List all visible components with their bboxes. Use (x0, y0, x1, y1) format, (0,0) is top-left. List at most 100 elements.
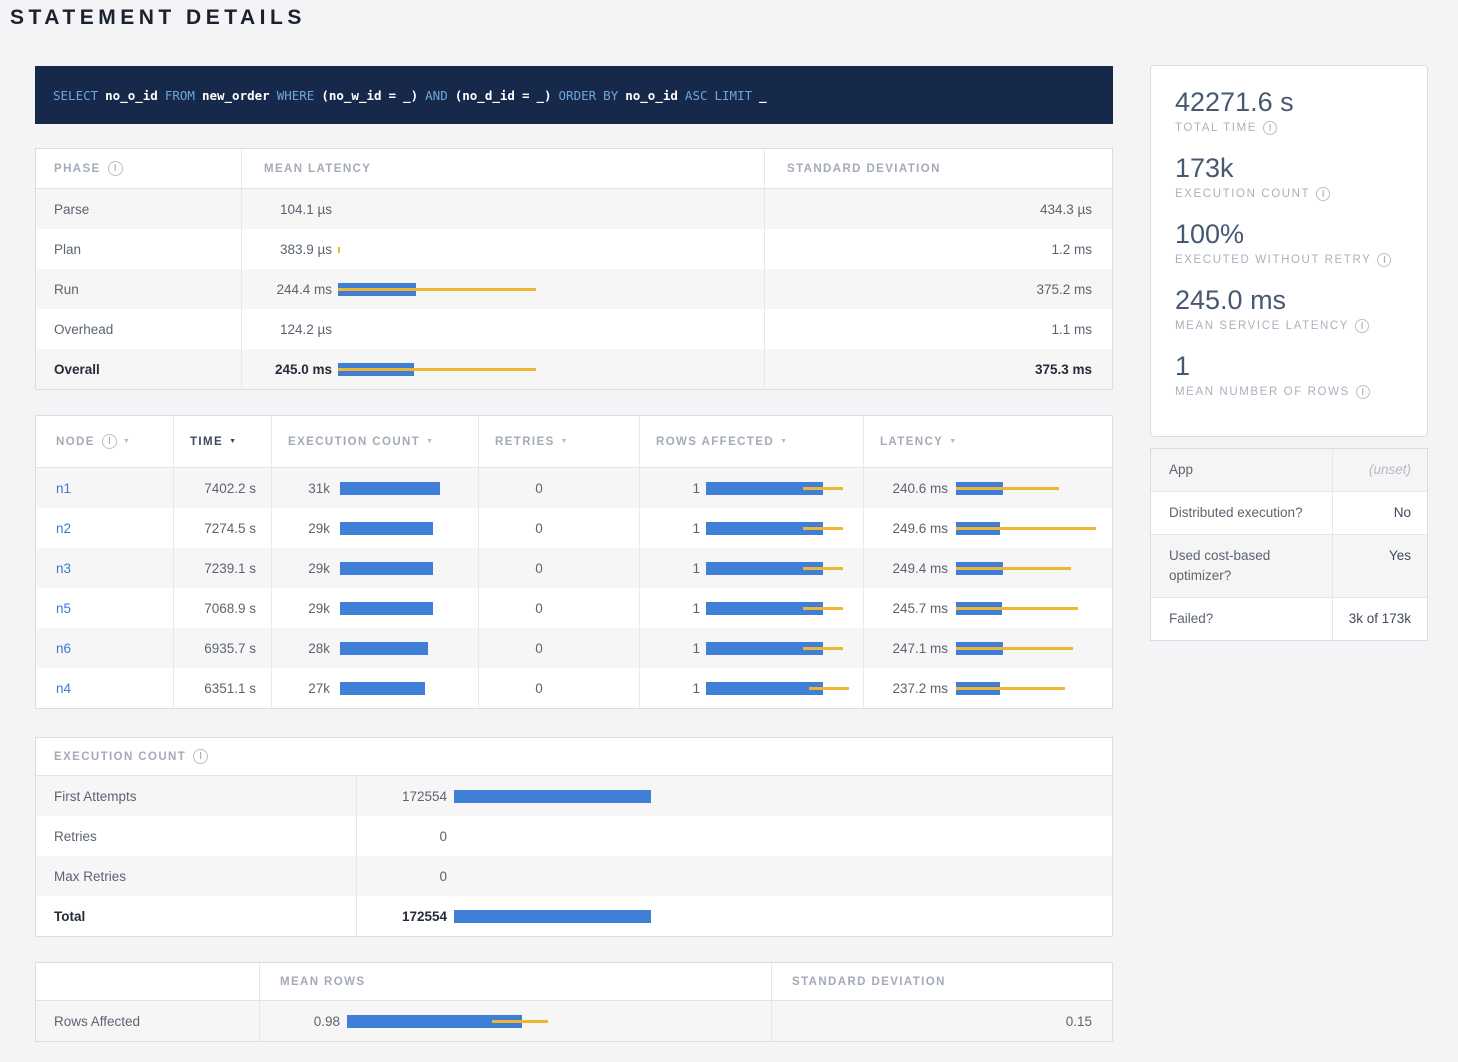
rows-affected-bar (706, 681, 863, 696)
phase-table-header: PHASE i MEAN LATENCY STANDARD DEVIATION (36, 149, 1112, 189)
detail-label: Distributed execution? (1151, 492, 1333, 534)
sort-arrow-icon: ▼ (123, 438, 131, 445)
execution-row-label: First Attempts (36, 776, 356, 816)
execution-count-bar (340, 641, 478, 656)
mean-latency-bar (338, 322, 764, 337)
table-row: n17402.2 s31k01240.6 ms (36, 468, 1112, 508)
sql-identifier: = (389, 88, 397, 103)
retries-value: 0 (478, 508, 639, 548)
info-icon[interactable]: i (1263, 121, 1277, 135)
stat-label: EXECUTION COUNT i (1175, 187, 1427, 201)
latency-bar (956, 521, 1112, 536)
stat-value: 42271.6 s (1175, 86, 1427, 119)
std-dev-value: 1.1 ms (764, 309, 1112, 349)
table-row: Total172554 (36, 896, 1112, 936)
sql-keyword: AND (425, 88, 448, 103)
detail-row: Failed?3k of 173k (1151, 598, 1427, 640)
node-link[interactable]: n3 (56, 561, 71, 576)
latency-bar (956, 561, 1112, 576)
info-icon[interactable]: i (1356, 385, 1370, 399)
execution-table-header: EXECUTION COUNT i (36, 738, 1112, 776)
sql-identifier: new_order (202, 88, 270, 103)
column-header-rows-affected[interactable]: ROWS AFFECTED ▼ (639, 416, 863, 467)
table-row: First Attempts172554 (36, 776, 1112, 816)
mean-latency-bar (338, 242, 764, 257)
info-icon[interactable]: i (102, 434, 117, 449)
table-row: Rows Affected0.980.15 (36, 1001, 1112, 1041)
latency-bar (956, 601, 1112, 616)
column-header-retries[interactable]: RETRIES ▼ (478, 416, 639, 467)
execution-row-label: Retries (36, 816, 356, 856)
standard-deviation-column-header: STANDARD DEVIATION (771, 963, 1112, 1000)
latency-bar (956, 481, 1112, 496)
detail-label: Failed? (1151, 598, 1333, 640)
standard-deviation-column-header: STANDARD DEVIATION (764, 149, 1112, 188)
column-header-latency[interactable]: LATENCY▼ (863, 416, 1112, 467)
node-cell: n2 (36, 508, 173, 548)
info-icon[interactable]: i (1377, 253, 1391, 267)
value-with-bar-cell: 244.4 ms (241, 269, 764, 309)
value-label: 29k (280, 561, 330, 576)
info-icon[interactable]: i (1355, 319, 1369, 333)
column-header-label: NODE (56, 436, 95, 448)
value-with-bar-cell: 249.4 ms (863, 548, 1112, 588)
table-row: Parse104.1 µs434.3 µs (36, 189, 1112, 229)
column-header-label: ROWS AFFECTED (656, 436, 774, 448)
value-label: 247.1 ms (872, 641, 948, 656)
node-link[interactable]: n4 (56, 681, 71, 696)
execution-count-bar (340, 481, 478, 496)
value-label: 383.9 µs (250, 242, 332, 257)
rows-affected-bar (706, 561, 863, 576)
rows-affected-bar (706, 521, 863, 536)
node-link[interactable]: n6 (56, 641, 71, 656)
std-dev-value: 375.2 ms (764, 269, 1112, 309)
value-with-bar-cell: 237.2 ms (863, 668, 1112, 708)
mean-bar (340, 682, 425, 695)
value-with-bar-cell: 0 (356, 816, 1112, 856)
info-icon[interactable]: i (108, 161, 123, 176)
latency-bar (956, 641, 1112, 656)
time-value: 6935.7 s (173, 628, 271, 668)
stat-value: 245.0 ms (1175, 284, 1427, 317)
info-icon[interactable]: i (193, 749, 208, 764)
time-value: 7068.9 s (173, 588, 271, 628)
column-header-execution-count[interactable]: EXECUTION COUNT▼ (271, 416, 478, 467)
retries-value: 0 (478, 468, 639, 508)
table-row: Plan383.9 µs1.2 ms (36, 229, 1112, 269)
execution-count-bar (340, 601, 478, 616)
sort-arrow-icon: ▼ (780, 438, 788, 445)
node-link[interactable]: n2 (56, 521, 71, 536)
value-with-bar-cell: 29k (271, 508, 478, 548)
time-value: 7274.5 s (173, 508, 271, 548)
column-header-label: RETRIES (495, 436, 555, 448)
std-dev-bar (809, 687, 849, 690)
retries-value: 0 (478, 588, 639, 628)
table-row: Overhead124.2 µs1.1 ms (36, 309, 1112, 349)
stat-value: 1 (1175, 350, 1427, 383)
sql-identifier: _ (759, 88, 767, 103)
std-dev-value: 434.3 µs (764, 189, 1112, 229)
sort-arrow-icon: ▼ (561, 438, 569, 445)
value-with-bar-cell: 29k (271, 548, 478, 588)
stat-label-text: EXECUTION COUNT (1175, 188, 1310, 200)
node-table: NODEi▼TIME▼EXECUTION COUNT▼RETRIES▼ROWS … (35, 415, 1113, 709)
stat-label: MEAN SERVICE LATENCYi (1175, 319, 1427, 333)
value-label: 31k (280, 481, 330, 496)
column-header-time[interactable]: TIME▼ (173, 416, 271, 467)
execution-row-label: Total (36, 896, 356, 936)
value-with-bar-cell: 29k (271, 588, 478, 628)
node-link[interactable]: n5 (56, 601, 71, 616)
std-dev-value: 375.3 ms (764, 349, 1112, 389)
sql-identifier: = (522, 88, 530, 103)
phase-label: Plan (36, 229, 241, 269)
std-dev-bar (803, 527, 843, 530)
rows-affected-bar (706, 641, 863, 656)
info-icon[interactable]: i (1316, 187, 1330, 201)
node-link[interactable]: n1 (56, 481, 71, 496)
column-header-node[interactable]: NODE i ▼ (36, 416, 173, 467)
retries-value: 0 (478, 628, 639, 668)
rows-affected-bar (706, 481, 863, 496)
detail-value: No (1333, 492, 1427, 534)
value-label: 28k (280, 641, 330, 656)
table-row: Overall245.0 ms375.3 ms (36, 349, 1112, 389)
